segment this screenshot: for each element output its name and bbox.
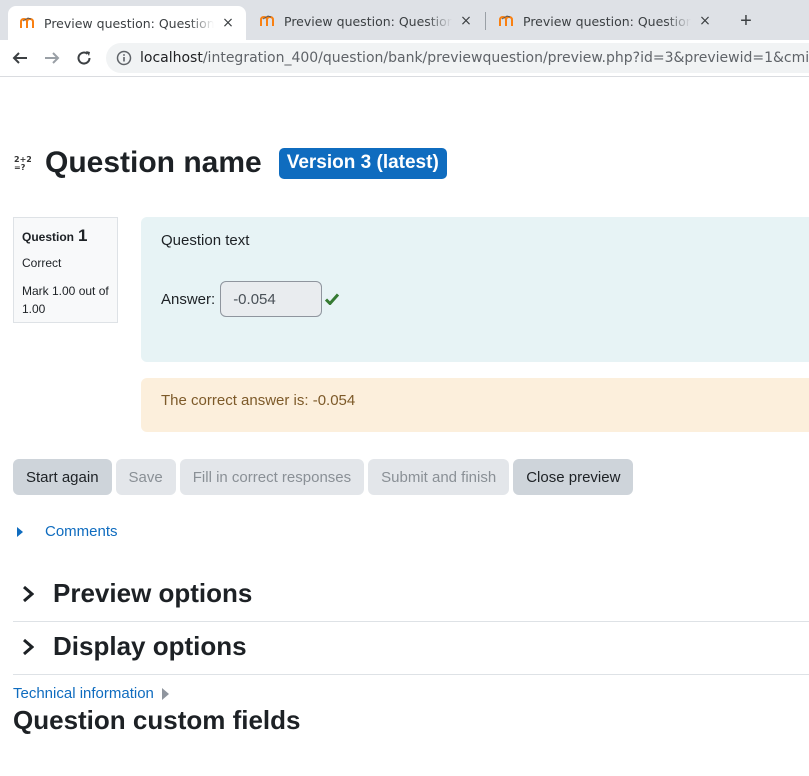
chevron-right-icon <box>22 637 38 657</box>
browser-tab-2[interactable]: Preview question: Question name × <box>248 6 484 36</box>
tab-title: Preview question: Question name <box>284 13 452 29</box>
question-grade: Mark 1.00 out of 1.00 <box>22 284 109 316</box>
submit-and-finish-button[interactable]: Submit and finish <box>368 459 510 495</box>
browser-tab-3[interactable]: Preview question: Question name × <box>487 6 723 36</box>
section-divider <box>13 621 809 622</box>
tab-title: Preview question: Question name <box>523 13 691 29</box>
technical-information-toggle[interactable]: Technical information <box>13 685 169 702</box>
site-info-icon[interactable] <box>116 50 132 66</box>
preview-options-toggle[interactable]: Preview options <box>13 578 809 609</box>
page-header: 2+2 =? Question name Version 3 (latest) <box>13 146 447 180</box>
answer-input[interactable]: -0.054 <box>220 281 323 317</box>
url-host: localhost <box>140 50 203 66</box>
numerical-qtype-icon: 2+2 =? <box>13 154 32 172</box>
correct-check-icon <box>325 292 340 306</box>
answer-label: Answer: <box>161 290 216 308</box>
browser-tabstrip: Preview question: Question name × Previe… <box>0 0 809 40</box>
comments-label: Comments <box>45 523 118 540</box>
question-number: Question 1 <box>22 226 109 246</box>
tab-separator <box>485 12 486 30</box>
custom-fields-heading: Question custom fields <box>13 705 301 735</box>
start-again-button[interactable]: Start again <box>13 459 112 495</box>
moodle-favicon-icon <box>20 15 36 31</box>
display-options-toggle[interactable]: Display options <box>13 631 809 662</box>
url-path: /integration_400/question/bank/previewqu… <box>202 50 809 66</box>
forward-arrow-icon <box>45 52 60 64</box>
question-number-value: 1 <box>78 226 88 245</box>
question-state: Correct <box>22 256 62 270</box>
svg-text:=?: =? <box>14 163 26 172</box>
close-preview-button[interactable]: Close preview <box>513 459 634 495</box>
back-button[interactable] <box>6 44 34 72</box>
close-icon[interactable]: × <box>458 13 474 29</box>
fill-correct-responses-button[interactable]: Fill in correct responses <box>179 459 365 495</box>
caret-right-icon <box>161 687 169 700</box>
page-title: Question name <box>45 146 262 179</box>
reload-button[interactable] <box>70 44 98 72</box>
right-answer-feedback: The correct answer is: -0.054 <box>141 378 809 432</box>
caret-right-icon <box>17 526 27 537</box>
moodle-favicon-icon <box>260 13 276 29</box>
question-text: Question text <box>161 232 250 249</box>
preview-controls: Start again Save Fill in correct respons… <box>13 459 637 495</box>
preview-options-heading: Preview options <box>53 578 253 608</box>
section-divider <box>13 674 809 675</box>
version-badge: Version 3 (latest) <box>278 147 447 179</box>
close-icon[interactable]: × <box>220 15 236 31</box>
technical-information-label: Technical information <box>13 685 154 702</box>
new-tab-button[interactable]: + <box>734 9 758 33</box>
tab-title: Preview question: Question name <box>44 15 214 31</box>
answer-row: Answer: -0.054 <box>161 281 801 317</box>
question-label: Question <box>22 230 75 244</box>
back-arrow-icon <box>12 52 27 64</box>
forward-button[interactable] <box>38 44 66 72</box>
browser-toolbar: localhost/integration_400/question/bank/… <box>0 40 809 77</box>
comments-toggle[interactable]: Comments <box>13 523 118 540</box>
display-options-heading: Display options <box>53 631 247 661</box>
browser-tab-1[interactable]: Preview question: Question name × <box>8 6 246 40</box>
url-text: localhost/integration_400/question/bank/… <box>140 50 809 66</box>
question-formulation: Question text Answer: -0.054 <box>141 217 809 362</box>
chevron-right-icon <box>22 584 38 604</box>
reload-icon <box>77 51 91 65</box>
save-button[interactable]: Save <box>115 459 176 495</box>
address-bar[interactable]: localhost/integration_400/question/bank/… <box>106 43 809 73</box>
close-icon[interactable]: × <box>697 13 713 29</box>
moodle-favicon-icon <box>499 13 515 29</box>
question-info-panel: Question 1 Correct Mark 1.00 out of 1.00 <box>13 217 118 323</box>
